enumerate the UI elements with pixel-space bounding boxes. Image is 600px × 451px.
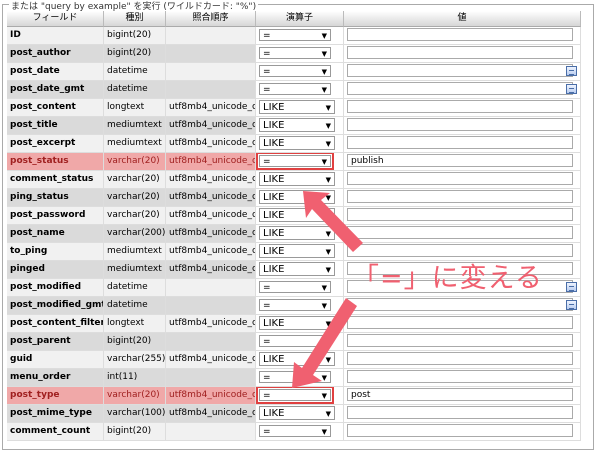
annotation-text: 「=」に変える — [352, 263, 543, 294]
arrow-down-icon — [292, 298, 357, 388]
arrow-up-icon — [303, 191, 363, 252]
annotation-arrows — [292, 191, 363, 388]
